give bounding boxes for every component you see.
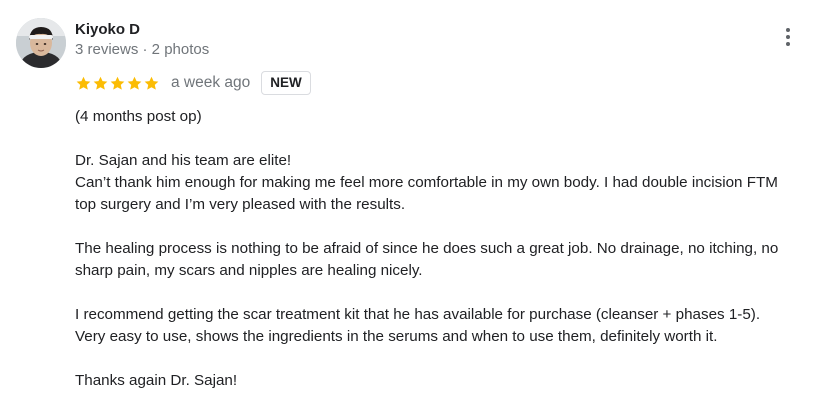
author-name[interactable]: Kiyoko D bbox=[75, 20, 140, 40]
review-line: The healing process is nothing to be afr… bbox=[75, 240, 779, 257]
star-icon bbox=[110, 76, 125, 90]
more-vert-icon bbox=[786, 28, 790, 32]
more-options-button[interactable] bbox=[776, 22, 800, 52]
review-line: Can’t thank him enough for making me fee… bbox=[75, 174, 778, 191]
more-vert-icon bbox=[786, 35, 790, 39]
star-icon bbox=[127, 76, 142, 90]
review-text: (4 months post op) Dr. Sajan and his tea… bbox=[75, 106, 835, 392]
star-rating bbox=[75, 75, 160, 92]
star-icon bbox=[144, 76, 159, 90]
review-line: top surgery and I’m very pleased with th… bbox=[75, 196, 406, 213]
review-line: (4 months post op) bbox=[75, 108, 202, 125]
review-line: Thanks again Dr. Sajan! bbox=[75, 372, 238, 389]
review-line: Dr. Sajan and his team are elite! bbox=[75, 152, 292, 169]
author-meta: 3 reviews · 2 photos bbox=[75, 41, 210, 58]
rating-row: a week ago NEW bbox=[75, 70, 311, 96]
avatar[interactable] bbox=[16, 18, 66, 68]
new-badge: NEW bbox=[261, 71, 311, 95]
review-line: I recommend getting the scar treatment k… bbox=[75, 306, 761, 323]
review-line: sharp pain, my scars and nipples are hea… bbox=[75, 262, 423, 279]
review-card: Kiyoko D 3 reviews · 2 photos a week ago… bbox=[0, 0, 840, 406]
star-icon bbox=[76, 76, 91, 90]
review-time: a week ago bbox=[171, 74, 251, 91]
avatar-image bbox=[16, 18, 66, 68]
star-icon bbox=[93, 76, 108, 90]
review-line: Very easy to use, shows the ingredients … bbox=[75, 328, 718, 345]
more-vert-icon bbox=[786, 42, 790, 46]
